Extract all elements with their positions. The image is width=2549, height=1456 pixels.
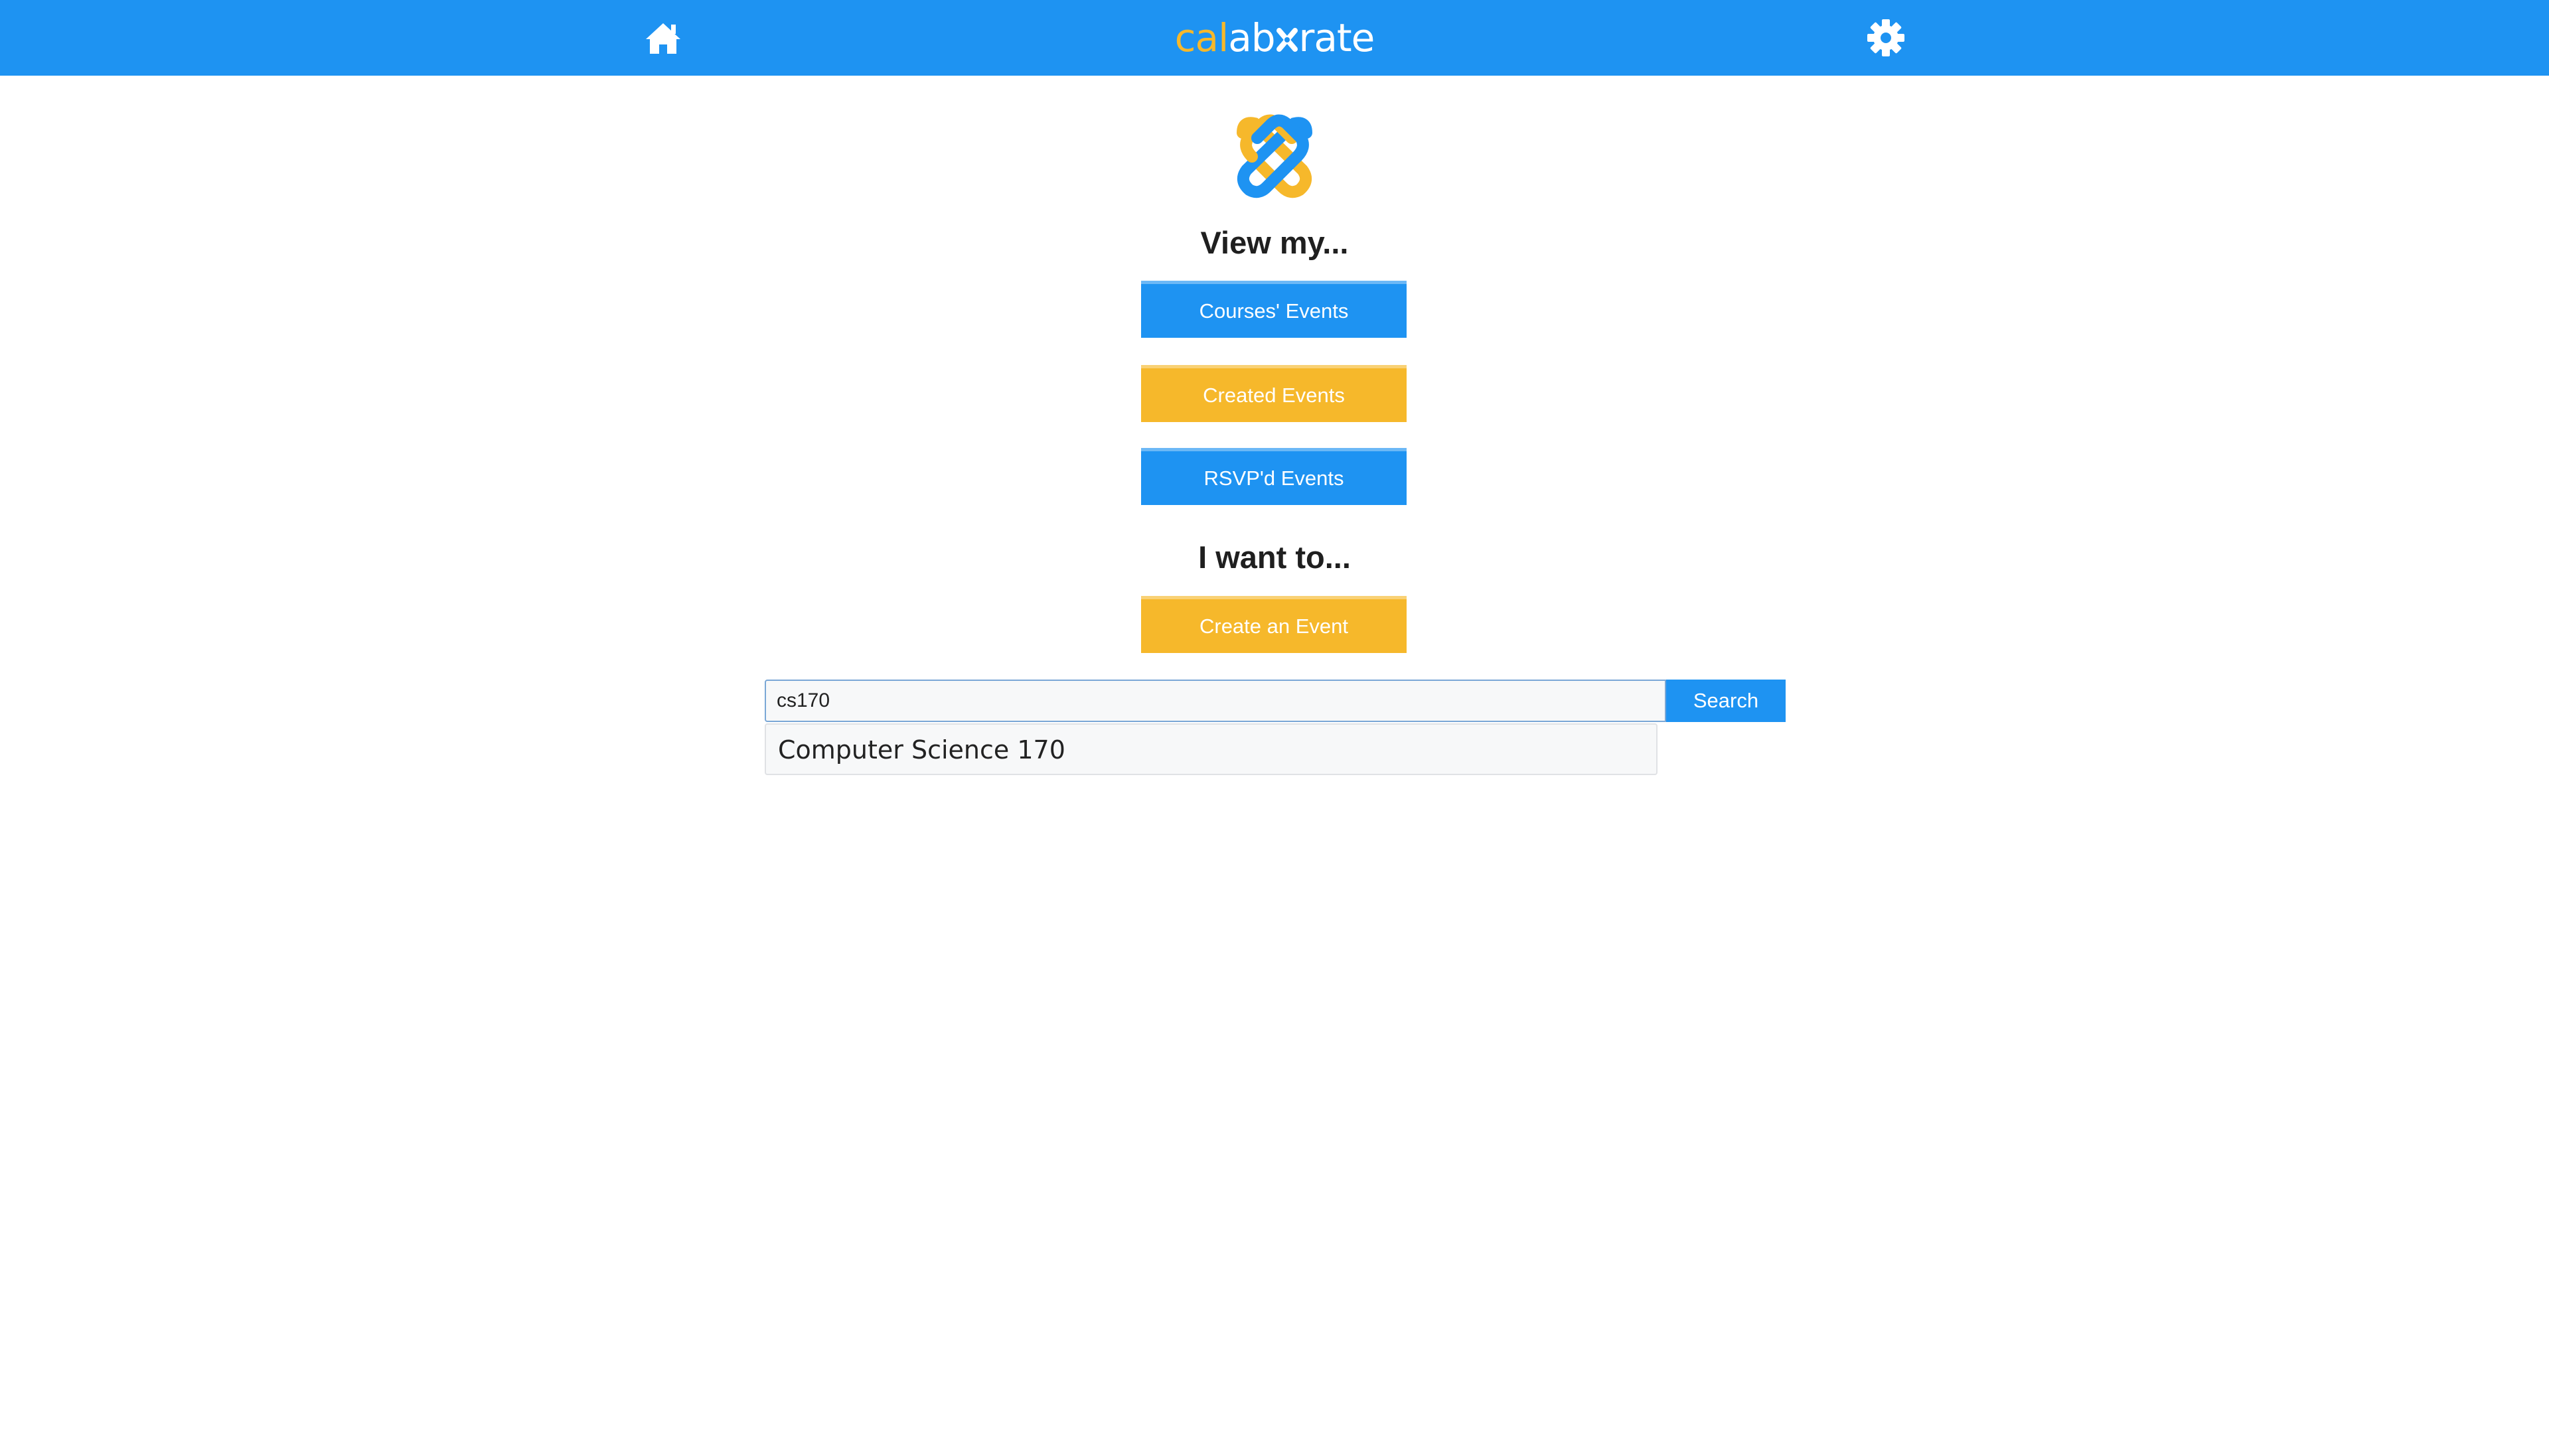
brand-text-cal: cal (1174, 15, 1229, 60)
link-knot-icon (1275, 14, 1299, 52)
course-search-input[interactable] (765, 680, 1666, 722)
gear-icon[interactable] (1866, 18, 1906, 58)
search-suggestions-dropdown: Computer Science 170 (765, 723, 1658, 775)
view-my-heading: View my... (1200, 225, 1349, 260)
i-want-to-heading: I want to... (1198, 540, 1351, 575)
create-event-button[interactable]: Create an Event (1141, 596, 1407, 653)
calaborate-knot-logo (1228, 111, 1321, 204)
rsvpd-events-button[interactable]: RSVP'd Events (1141, 448, 1407, 505)
search-button[interactable]: Search (1666, 680, 1786, 722)
courses-events-button[interactable]: Courses' Events (1141, 281, 1407, 338)
brand-text-ab: ab (1228, 15, 1275, 60)
brand-text-rate: rate (1298, 15, 1375, 60)
top-navbar: calab rate (0, 0, 2549, 76)
suggestion-item[interactable]: Computer Science 170 (778, 725, 1065, 775)
created-events-button[interactable]: Created Events (1141, 365, 1407, 422)
brand-logo[interactable]: calab rate (0, 12, 2549, 64)
